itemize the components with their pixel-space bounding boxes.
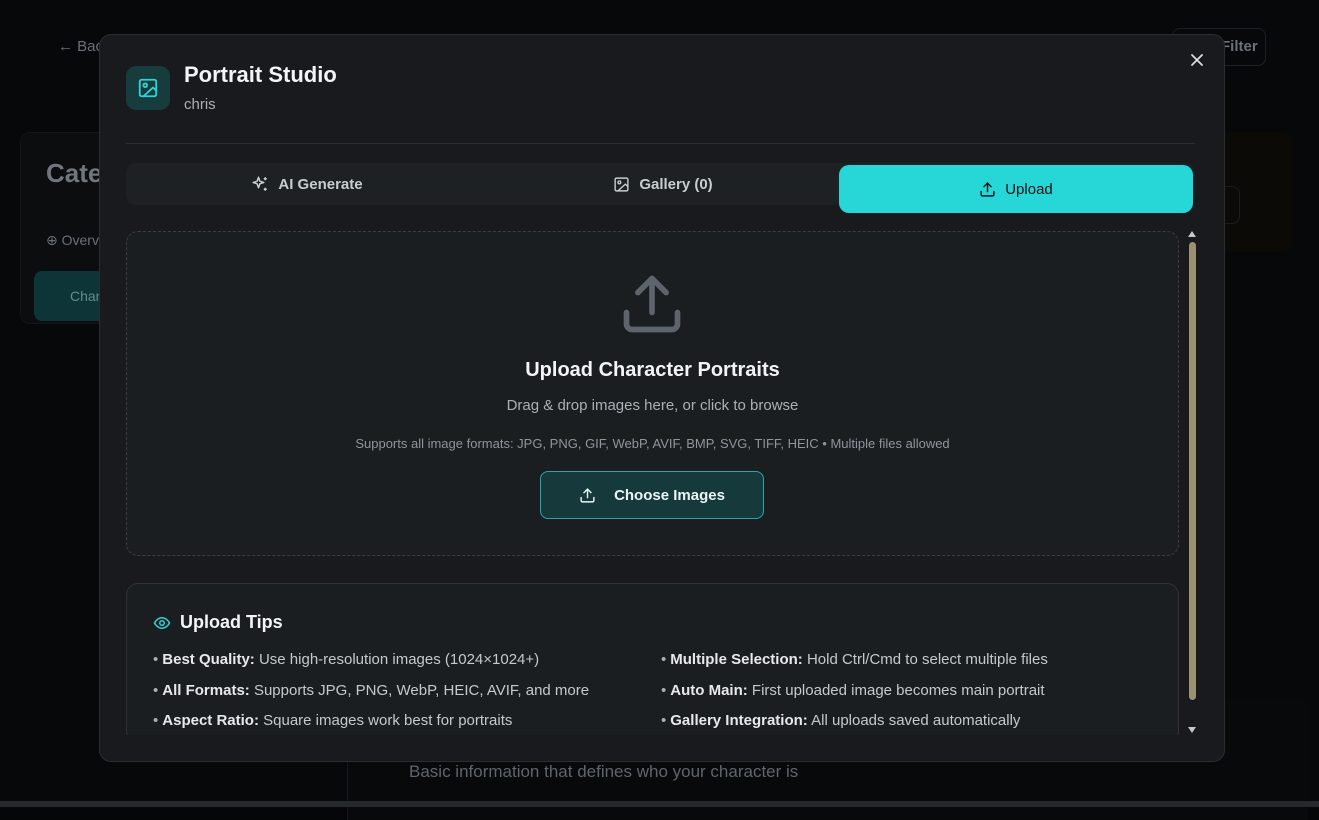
modal-subtitle: chris (184, 96, 216, 113)
tip-item: • Aspect Ratio: Square images work best f… (153, 712, 512, 729)
tip-item: • All Formats: Supports JPG, PNG, WebP, H… (153, 682, 589, 699)
tip-item: • Gallery Integration: All uploads saved … (661, 712, 1020, 729)
eye-icon (153, 616, 171, 629)
upload-icon (580, 487, 595, 503)
sparkles-icon (252, 176, 268, 191)
tip-text: First uploaded image becomes main portra… (751, 682, 1045, 699)
scrollbar-thumb[interactable] (1189, 242, 1196, 700)
header-divider (126, 143, 1195, 144)
dropzone-title: Upload Character Portraits (525, 359, 780, 381)
tip-text: Square images work best for portraits (263, 712, 513, 729)
tip-bullet: • (153, 712, 159, 729)
tip-item: • Auto Main: First uploaded image becomes… (661, 682, 1045, 699)
portrait-studio-logo (126, 66, 170, 110)
bottom-edge (0, 801, 1319, 807)
upload-icon (980, 181, 995, 197)
tip-bullet: • (661, 651, 667, 668)
choose-images-label: Choose Images (614, 486, 725, 504)
tip-item: • Multiple Selection: Hold Ctrl/Cmd to se… (661, 651, 1048, 668)
globe-icon: ⊕ (46, 232, 58, 248)
tip-text: Hold Ctrl/Cmd to select multiple files (806, 651, 1048, 668)
tip-text: Use high-resolution images (1024×1024+) (258, 651, 540, 668)
tip-bullet: • (153, 682, 159, 699)
dropzone-subtitle: Drag & drop images here, or click to bro… (506, 397, 799, 414)
image-icon (138, 78, 158, 98)
supported-formats: Supports all image formats: JPG, PNG, GI… (355, 436, 950, 451)
tip-item: • Best Quality: Use high-resolution image… (153, 651, 539, 668)
tip-bullet: • (661, 682, 667, 699)
tip-label: Best Quality: (162, 651, 255, 668)
tab-label: Gallery (0) (639, 175, 713, 193)
section-description: Basic information that defines who your … (409, 762, 799, 781)
tab-ai-generate[interactable]: AI Generate (126, 163, 488, 205)
modal-title: Portrait Studio (184, 62, 337, 87)
tip-label: All Formats: (162, 682, 250, 699)
tip-bullet: • (661, 712, 667, 729)
upload-icon (623, 275, 681, 333)
close-icon (1191, 54, 1203, 66)
image-icon (614, 176, 629, 192)
scroll-up-arrow-icon[interactable] (1188, 231, 1196, 237)
tab-upload[interactable]: Upload (839, 165, 1193, 213)
tip-label: Aspect Ratio: (162, 712, 259, 729)
tip-label: Multiple Selection: (670, 651, 803, 668)
tip-bullet: • (153, 651, 159, 668)
modal-footer-mask (100, 735, 1224, 761)
choose-images-button[interactable]: Choose Images (540, 471, 764, 519)
tab-gallery[interactable]: Gallery (0) (488, 163, 838, 205)
tip-label: Auto Main: (670, 682, 748, 699)
tip-text: Supports JPG, PNG, WebP, HEIC, AVIF, and… (253, 682, 590, 699)
close-button[interactable] (1187, 51, 1207, 71)
scroll-down-arrow-icon[interactable] (1188, 727, 1196, 733)
tip-text: All uploads saved automatically (811, 712, 1021, 729)
tips-header: Upload Tips (153, 612, 283, 633)
tips-title: Upload Tips (180, 612, 283, 632)
tip-label: Gallery Integration: (670, 712, 808, 729)
tab-label: Upload (1005, 180, 1053, 198)
tab-label: AI Generate (278, 175, 363, 193)
